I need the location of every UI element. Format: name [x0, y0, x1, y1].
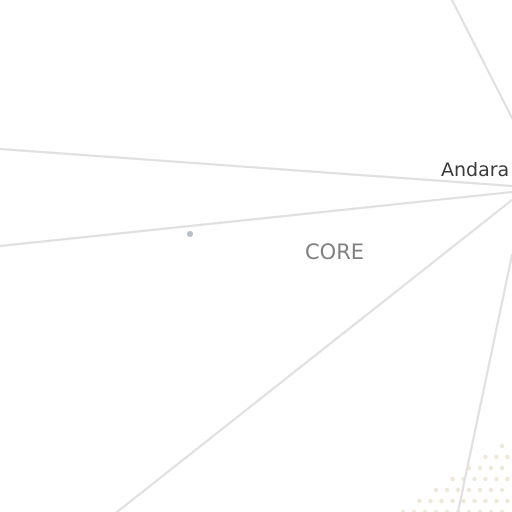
- dot-pattern-dot: [494, 476, 499, 482]
- dot-pattern-dot: [505, 476, 510, 482]
- dot-pattern-dot: [477, 465, 483, 471]
- dot-pattern-dot: [505, 498, 510, 504]
- dot-pattern-dot: [466, 487, 472, 493]
- dot-pattern-dot: [488, 487, 494, 493]
- dotted-area: [400, 443, 510, 512]
- dot-pattern-dot: [483, 498, 488, 504]
- area-label: CORE: [305, 240, 365, 264]
- dot-pattern-dot: [483, 454, 488, 460]
- road-north: [450, 0, 512, 120]
- map-tile[interactable]: Andara CORE: [0, 0, 512, 512]
- dot-pattern-dot: [450, 498, 455, 504]
- dot-pattern-dot: [499, 487, 505, 493]
- dot-pattern-dot: [417, 498, 422, 504]
- road-south: [456, 253, 512, 512]
- dot-pattern-dot: [499, 443, 505, 449]
- dot-pattern-dot: [494, 498, 499, 504]
- map-canvas: [0, 0, 512, 512]
- dot-pattern-dot: [483, 476, 488, 482]
- dot-pattern-dot: [428, 498, 433, 504]
- dot-pattern-dot: [444, 487, 450, 493]
- roads: [0, 0, 512, 512]
- city-label[interactable]: Andara: [441, 161, 509, 180]
- dot-pattern-dot: [450, 476, 455, 482]
- dot-pattern-dot: [455, 487, 461, 493]
- dot-pattern-dot: [472, 476, 477, 482]
- road-west-upper: [0, 147, 512, 188]
- point-marker-icon[interactable]: [187, 231, 193, 237]
- dot-pattern-dot: [499, 465, 505, 471]
- road-west-lower: [0, 190, 512, 248]
- dot-pattern-dot: [494, 454, 499, 460]
- dot-pattern-dot: [477, 487, 483, 493]
- dot-pattern-dot: [439, 498, 444, 504]
- dot-pattern-dot: [505, 454, 510, 460]
- dot-pattern-dot: [472, 498, 477, 504]
- dot-pattern-dot: [433, 487, 439, 493]
- dot-pattern-dot: [461, 498, 466, 504]
- dot-pattern-dot: [488, 465, 494, 471]
